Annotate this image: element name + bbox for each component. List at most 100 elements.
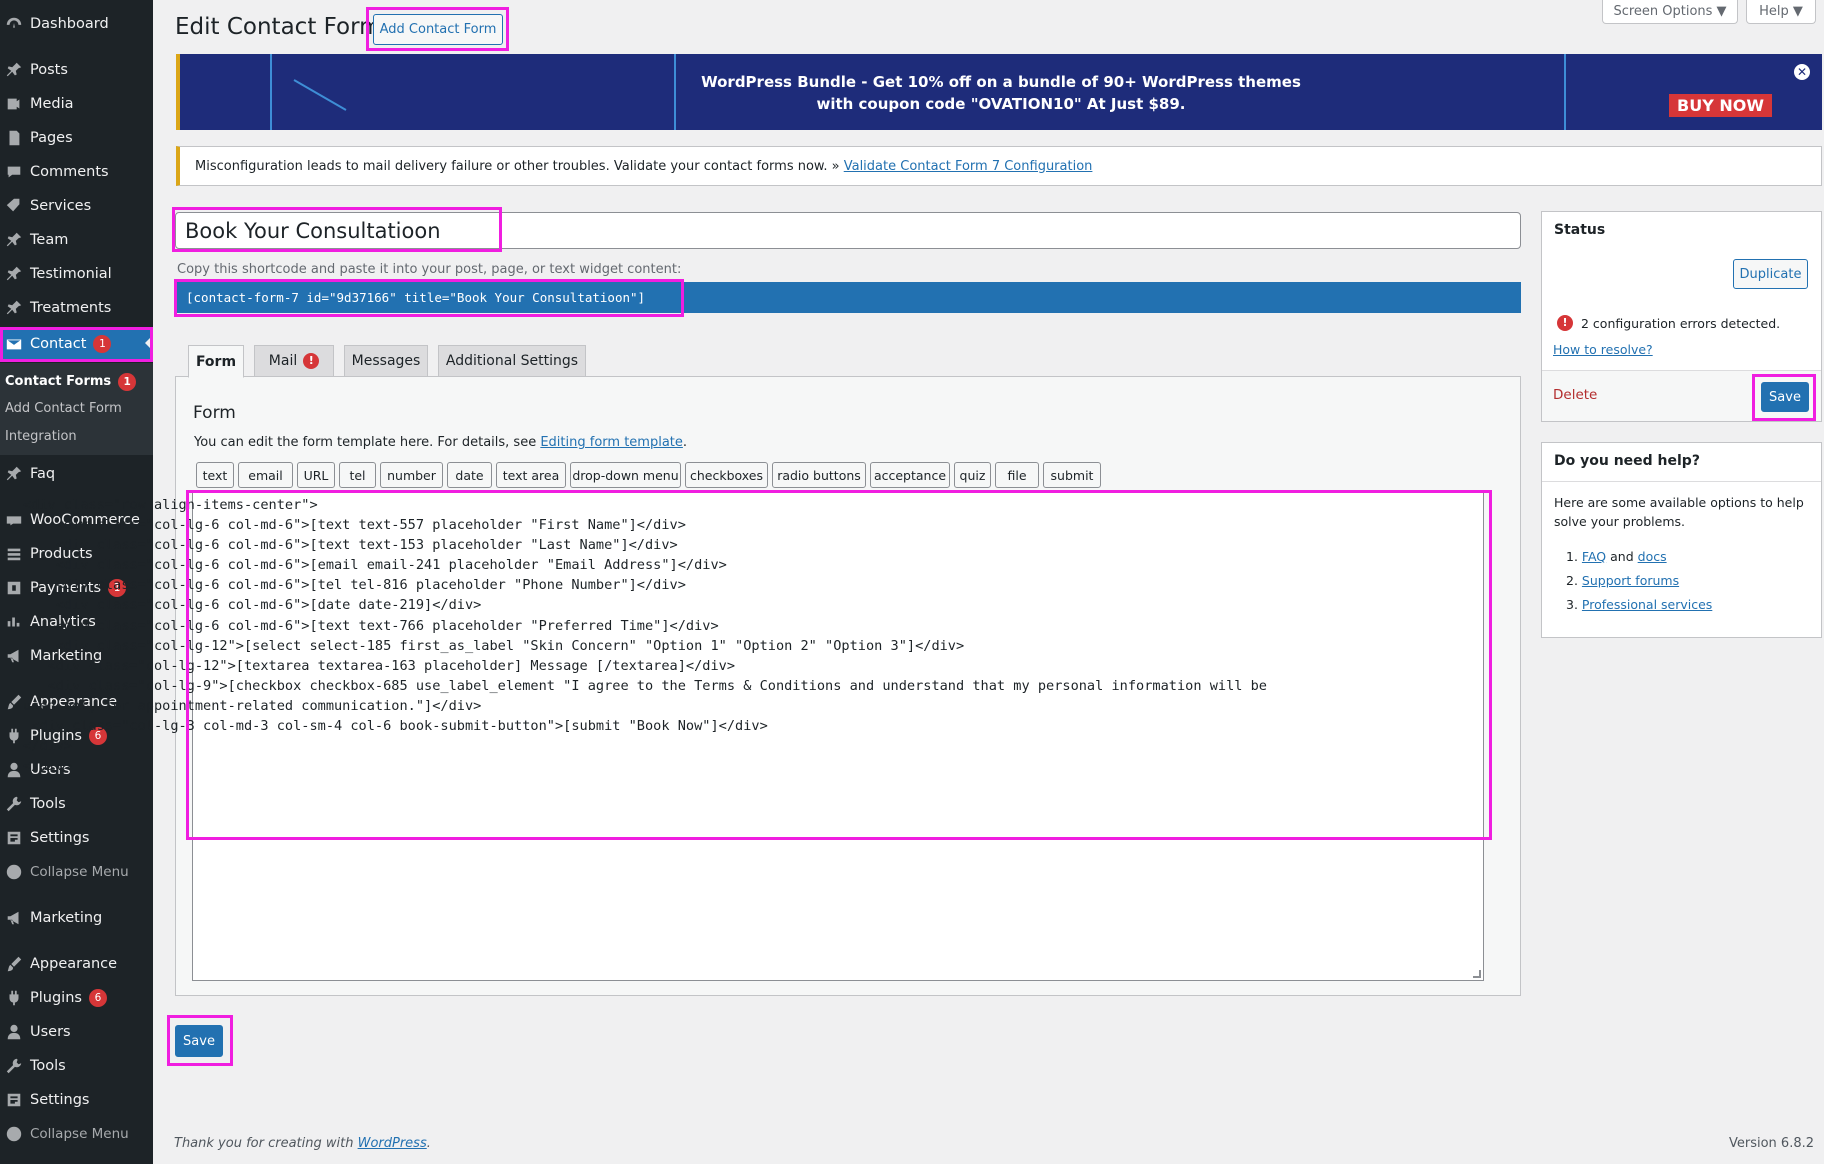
promo-banner[interactable]: WordPress Bundle - Get 10% off on a bund… bbox=[176, 54, 1822, 130]
form-title-input[interactable]: Book Your Consultatioon bbox=[175, 212, 1521, 249]
footer-prefix: Thank you for creating with bbox=[174, 1136, 354, 1151]
form-template-code: <div class="row align-items-center"> <di… bbox=[23, 495, 1313, 776]
sidebar-item-settings[interactable]: Settings bbox=[0, 821, 153, 855]
sidebar-item-label: Collapse Menu bbox=[30, 1126, 129, 1142]
help-list: 1. FAQ and docs 2. Support forums 3. Pro… bbox=[1566, 545, 1712, 617]
comment-icon bbox=[4, 162, 24, 182]
sidebar-item-faq[interactable]: Faq bbox=[0, 457, 153, 491]
count-badge: 1 bbox=[118, 373, 137, 391]
tag-button-quiz[interactable]: quiz bbox=[954, 462, 991, 488]
sidebar-item-contact[interactable]: Contact 1 bbox=[0, 327, 153, 361]
status-save-button[interactable]: Save bbox=[1761, 382, 1809, 412]
docs-link[interactable]: docs bbox=[1638, 549, 1667, 564]
sidebar-item-comments[interactable]: Comments bbox=[0, 155, 153, 189]
code-line: <div class="col-lg-6 col-md-6">[text tex… bbox=[23, 517, 686, 534]
code-line: <div class="col-lg-6 col-md-6">[date dat… bbox=[23, 597, 482, 614]
tag-button-drop-down-menu[interactable]: drop-down menu bbox=[570, 462, 681, 488]
pin-icon bbox=[4, 464, 24, 484]
sidebar-item-dashboard[interactable]: Dashboard bbox=[0, 7, 153, 41]
analytics-icon bbox=[4, 612, 24, 632]
delete-link[interactable]: Delete bbox=[1553, 387, 1597, 403]
tag-button-acceptance[interactable]: acceptance bbox=[870, 462, 950, 488]
code-line: <div class="row align-items-center"> bbox=[23, 497, 318, 513]
duplicate-button[interactable]: Duplicate bbox=[1733, 259, 1808, 289]
buy-now-button[interactable]: BUY NOW bbox=[1669, 94, 1772, 117]
tab-messages[interactable]: Messages bbox=[344, 345, 428, 377]
professional-services-link[interactable]: Professional services bbox=[1582, 597, 1712, 612]
sidebar-item-collapse-menu[interactable]: Collapse Menu bbox=[0, 855, 153, 889]
tag-button-submit[interactable]: submit bbox=[1043, 462, 1101, 488]
code-line: <div class="col-lg-9">[checkbox checkbox… bbox=[23, 677, 1267, 694]
tag-button-number[interactable]: number bbox=[380, 462, 443, 488]
form-panel-description: You can edit the form template here. For… bbox=[194, 435, 687, 450]
pin-icon bbox=[4, 230, 24, 250]
submenu-item-integration[interactable]: Integration bbox=[5, 429, 77, 444]
status-box: Status Duplicate ! 2 configuration error… bbox=[1541, 211, 1822, 422]
active-indicator bbox=[145, 335, 153, 351]
submenu-item-contact-forms[interactable]: Contact Forms 1 bbox=[5, 373, 137, 391]
sidebar-item-marketing[interactable]: Marketing bbox=[0, 901, 153, 935]
tag-button-tel[interactable]: tel bbox=[339, 462, 376, 488]
sidebar-item-pages[interactable]: Pages bbox=[0, 121, 153, 155]
shortcode-hint: Copy this shortcode and paste it into yo… bbox=[177, 262, 682, 277]
how-to-resolve-link[interactable]: How to resolve? bbox=[1553, 342, 1653, 357]
code-line: <div class="col-lg-12">[textarea textare… bbox=[23, 657, 736, 674]
footer-suffix: . bbox=[426, 1136, 431, 1151]
tab-form[interactable]: Form bbox=[188, 345, 244, 378]
shortcode-field[interactable]: [contact-form-7 id="9d37166" title="Book… bbox=[175, 282, 1521, 313]
tab-mail[interactable]: Mail! bbox=[254, 345, 334, 377]
sidebar-item-label: Plugins bbox=[30, 990, 82, 1006]
sidebar-item-settings[interactable]: Settings bbox=[0, 1083, 153, 1117]
woo-icon bbox=[4, 510, 24, 530]
tag-button-file[interactable]: file bbox=[995, 462, 1039, 488]
sidebar-item-testimonial[interactable]: Testimonial bbox=[0, 257, 153, 291]
tag-button-radio-buttons[interactable]: radio buttons bbox=[772, 462, 866, 488]
sidebar-item-label: Appearance bbox=[30, 956, 118, 972]
editing-form-template-link[interactable]: Editing form template bbox=[540, 435, 683, 450]
sidebar-item-plugins[interactable]: Plugins 6 bbox=[0, 981, 153, 1015]
sidebar-item-media[interactable]: Media bbox=[0, 87, 153, 121]
sidebar-item-team[interactable]: Team bbox=[0, 223, 153, 257]
support-forums-link[interactable]: Support forums bbox=[1582, 573, 1679, 588]
submenu-item-add-contact-form[interactable]: Add Contact Form bbox=[5, 401, 122, 416]
tag-button-url[interactable]: URL bbox=[297, 462, 335, 488]
plugin-icon bbox=[4, 988, 24, 1008]
code-line: <div class="col-lg-6 col-md-6">[email em… bbox=[23, 557, 727, 574]
sidebar-item-label: Contact bbox=[30, 336, 87, 352]
sidebar-item-services[interactable]: Services bbox=[0, 189, 153, 223]
sidebar-item-tools[interactable]: Tools bbox=[0, 787, 153, 821]
contact-submenu: Contact Forms 1 Add Contact Form Integratio… bbox=[0, 363, 153, 455]
tag-button-text[interactable]: text bbox=[196, 462, 234, 488]
sidebar-item-posts[interactable]: Posts bbox=[0, 53, 153, 87]
wrench-icon bbox=[4, 1056, 24, 1076]
save-button[interactable]: Save bbox=[175, 1025, 223, 1057]
sidebar-item-appearance[interactable]: Appearance bbox=[0, 947, 153, 981]
wordpress-link[interactable]: WordPress bbox=[358, 1136, 427, 1151]
desc-prefix: You can edit the form template here. For… bbox=[194, 435, 537, 450]
close-icon[interactable]: ✕ bbox=[1794, 64, 1810, 80]
faq-link[interactable]: FAQ bbox=[1582, 549, 1606, 564]
footer-credit: Thank you for creating with WordPress. bbox=[174, 1136, 431, 1151]
sidebar-item-tools[interactable]: Tools bbox=[0, 1049, 153, 1083]
wrench-icon bbox=[4, 794, 24, 814]
tag-button-text-area[interactable]: text area bbox=[496, 462, 566, 488]
products-icon bbox=[4, 544, 24, 564]
resize-handle[interactable] bbox=[1473, 970, 1481, 978]
sidebar-item-label: Pages bbox=[30, 130, 73, 146]
screen-options-button[interactable]: Screen Options ▼ bbox=[1602, 0, 1738, 24]
help-button[interactable]: Help ▼ bbox=[1746, 0, 1816, 24]
sidebar-item-label: Comments bbox=[30, 164, 109, 180]
add-contact-form-button[interactable]: Add Contact Form bbox=[373, 14, 503, 45]
sidebar-item-treatments[interactable]: Treatments bbox=[0, 291, 153, 325]
code-line: <div class="col-lg-6 col-md-6">[tel tel-… bbox=[23, 577, 686, 594]
tab-additional-settings[interactable]: Additional Settings bbox=[438, 345, 586, 377]
validate-config-link[interactable]: Validate Contact Form 7 Configuration bbox=[844, 159, 1093, 174]
sidebar-item-users[interactable]: Users bbox=[0, 1015, 153, 1049]
tag-button-date[interactable]: date bbox=[447, 462, 492, 488]
sidebar-item-label: Tools bbox=[30, 796, 66, 812]
tag-button-email[interactable]: email bbox=[238, 462, 293, 488]
megaphone-icon bbox=[4, 646, 24, 666]
sidebar-item-label: Testimonial bbox=[30, 266, 112, 282]
tag-button-checkboxes[interactable]: checkboxes bbox=[685, 462, 768, 488]
sidebar-item-collapse-menu[interactable]: Collapse Menu bbox=[0, 1117, 153, 1151]
